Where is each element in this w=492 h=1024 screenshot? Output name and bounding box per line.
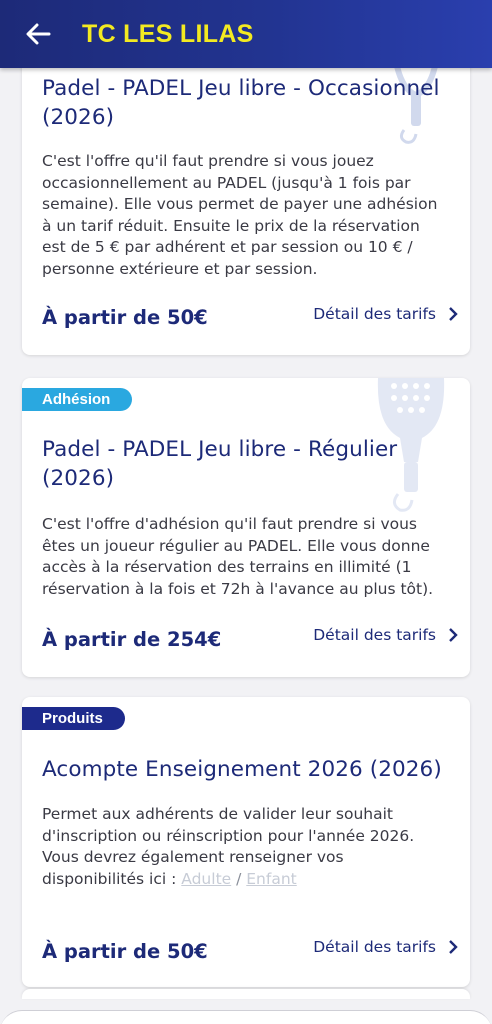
membership-badge: Adhésion bbox=[22, 388, 133, 411]
tariff-detail-link[interactable]: Détail des tarifs bbox=[313, 938, 460, 956]
bottom-navigation-bar[interactable] bbox=[0, 1010, 492, 1024]
offer-price: À partir de 254€ bbox=[42, 628, 222, 651]
tariff-detail-link[interactable]: Détail des tarifs bbox=[313, 305, 460, 323]
tariff-detail-link[interactable]: Détail des tarifs bbox=[313, 626, 460, 644]
offer-title: Padel - PADEL Jeu libre - Régulier (2026… bbox=[42, 437, 398, 491]
chevron-right-icon bbox=[449, 307, 458, 321]
tariff-detail-label: Détail des tarifs bbox=[313, 305, 436, 323]
offer-title: Padel - PADEL Jeu libre - Occasionnel (2… bbox=[42, 76, 440, 130]
chevron-right-icon bbox=[449, 628, 458, 642]
offer-description: C'est l'offre d'adhésion qu'il faut pren… bbox=[42, 515, 434, 598]
link-separator: / bbox=[231, 869, 247, 888]
offer-description: C'est l'offre qu'il faut prendre si vous… bbox=[42, 152, 438, 278]
child-availability-link[interactable]: Enfant bbox=[246, 870, 296, 888]
offer-price: À partir de 50€ bbox=[42, 306, 208, 329]
tariff-detail-label: Détail des tarifs bbox=[313, 626, 436, 644]
adult-availability-link[interactable]: Adulte bbox=[181, 870, 231, 888]
offer-card-acompte[interactable]: Produits Acompte Enseignement 2026 (2026… bbox=[22, 697, 470, 987]
offer-card-occasionnel[interactable]: Padel - PADEL Jeu libre - Occasionnel (2… bbox=[22, 68, 470, 355]
products-badge: Produits bbox=[22, 707, 125, 730]
offers-list[interactable]: Padel - PADEL Jeu libre - Occasionnel (2… bbox=[0, 68, 492, 1024]
offer-description: Permet aux adhérents de valider leur sou… bbox=[42, 804, 448, 890]
chevron-right-icon bbox=[449, 940, 458, 954]
next-offer-card-edge bbox=[22, 989, 470, 999]
offer-card-regulier[interactable]: Adhésion Padel - PADEL Jeu libre - Régul… bbox=[22, 378, 470, 677]
page-title: TC LES LILAS bbox=[82, 19, 254, 48]
offer-title: Acompte Enseignement 2026 (2026) bbox=[42, 757, 442, 782]
offer-price: À partir de 50€ bbox=[42, 940, 208, 963]
arrow-left-icon bbox=[26, 23, 51, 45]
tariff-detail-label: Détail des tarifs bbox=[313, 938, 436, 956]
app-header: TC LES LILAS bbox=[0, 0, 492, 68]
back-button[interactable] bbox=[12, 8, 64, 60]
